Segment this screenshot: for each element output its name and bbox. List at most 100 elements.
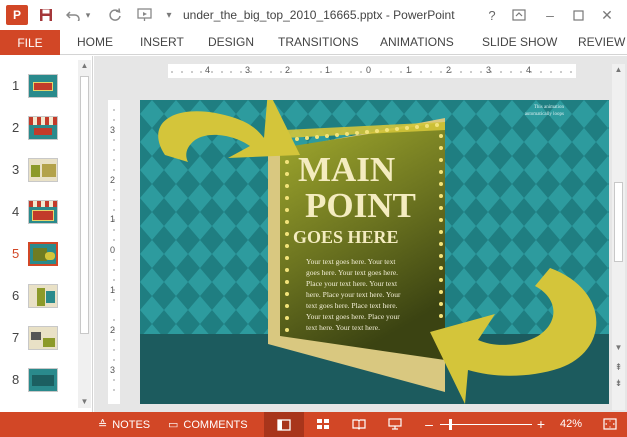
body-line: goes here. Your text goes here. (306, 268, 399, 277)
title-bar: P ▾ ▾ under_the_big_top_2010_16665.pptx … (0, 0, 627, 30)
start-slideshow-icon[interactable] (134, 5, 156, 25)
thumbnail-number: 1 (12, 78, 20, 93)
normal-view-icon (277, 418, 291, 431)
slide-title-line2[interactable]: POINT (305, 188, 416, 224)
tab-design[interactable]: DESIGN (208, 35, 254, 49)
body-line: Your text goes here. Your text (306, 257, 396, 266)
body-line: text here. Your text here. (306, 323, 380, 332)
powerpoint-logo-icon[interactable]: P (6, 5, 28, 25)
scroll-down-icon[interactable]: ▼ (612, 342, 625, 354)
ruler-label: 1 (110, 285, 116, 295)
zoom-out-icon[interactable]: – (420, 416, 438, 432)
close-icon[interactable]: ✕ (598, 5, 616, 25)
save-icon[interactable] (36, 5, 56, 25)
previous-slide-icon[interactable]: ⇞ (612, 360, 625, 374)
thumbnail-slide-7[interactable]: 7 (0, 322, 78, 354)
thumbnail-number: 7 (12, 330, 20, 345)
body-line: Your text goes here. Place your (306, 312, 400, 321)
slide-thumbnail-pane: 1 2 3 4 5 6 7 8 ▲ ▼ (0, 56, 93, 412)
zoom-slider-thumb[interactable] (449, 419, 452, 430)
thumbnail-slide-5[interactable]: 5 (0, 238, 78, 270)
animation-note-line: automatically loops (524, 112, 564, 117)
tab-slide-show[interactable]: SLIDE SHOW (482, 35, 557, 49)
thumbnail-slide-6[interactable]: 6 (0, 280, 78, 312)
slide-subtitle[interactable]: GOES HERE (293, 227, 399, 247)
thumbnail-number: 2 (12, 120, 20, 135)
ruler-label: 3 (486, 65, 492, 75)
body-line: Place your text here. Your text (306, 279, 398, 288)
zoom-in-icon[interactable]: + (532, 416, 550, 432)
slideshow-view-button[interactable] (386, 416, 404, 432)
horizontal-ruler[interactable]: 4 3 2 1 0 1 2 3 4 (168, 64, 576, 78)
body-line: here. Place your text here. Your (306, 290, 401, 299)
scroll-up-icon[interactable]: ▲ (612, 64, 625, 76)
tab-file[interactable]: FILE (0, 30, 60, 55)
help-icon[interactable]: ? (483, 5, 501, 25)
thumbnail-number: 5 (12, 246, 20, 261)
status-bar: ≙ NOTES ▭ COMMENTS – + 42% (0, 412, 627, 437)
thumbnail-scrollbar[interactable]: ▲ ▼ (78, 60, 91, 408)
comments-button[interactable]: ▭ COMMENTS (168, 418, 248, 432)
ruler-label: 1 (406, 65, 412, 75)
notes-button[interactable]: ≙ NOTES (98, 418, 151, 432)
tab-review[interactable]: REVIEW (578, 35, 625, 49)
thumbnail-image (28, 326, 58, 350)
reading-view-button[interactable] (350, 416, 368, 432)
redo-icon[interactable] (106, 5, 124, 25)
slide-sorter-icon (317, 419, 329, 429)
thumbnail-slide-3[interactable]: 3 (0, 154, 78, 186)
editor-scrollbar[interactable]: ▲ ▼ ⇞ ⇟ (612, 64, 625, 410)
thumbnail-number: 4 (12, 204, 20, 219)
next-slide-icon[interactable]: ⇟ (612, 376, 625, 390)
powerpoint-window: P ▾ ▾ under_the_big_top_2010_16665.pptx … (0, 0, 627, 437)
thumbnail-slide-2[interactable]: 2 (0, 112, 78, 144)
ruler-label: 0 (110, 245, 116, 255)
zoom-slider[interactable] (440, 419, 532, 430)
ruler-label: 3 (110, 365, 116, 375)
ruler-label: 4 (205, 65, 211, 75)
thumbnail-number: 6 (12, 288, 20, 303)
scroll-down-icon[interactable]: ▼ (78, 396, 91, 408)
ribbon-display-options-icon[interactable] (510, 5, 528, 25)
thumbnail-slide-8[interactable]: 8 (0, 364, 78, 396)
window-title: under_the_big_top_2010_16665.pptx - Powe… (183, 8, 455, 22)
thumbnail-image (28, 284, 58, 308)
ruler-label: 1 (325, 65, 331, 75)
customize-toolbar-icon[interactable]: ▾ (162, 5, 176, 25)
zoom-level[interactable]: 42% (560, 418, 582, 430)
ruler-label: 4 (526, 65, 532, 75)
ruler-label: 2 (110, 325, 116, 335)
tab-home[interactable]: HOME (77, 35, 113, 49)
slide-body-text[interactable]: Your text goes here. Your text goes here… (306, 256, 444, 333)
notes-icon: ≙ (98, 419, 108, 431)
tab-transitions[interactable]: TRANSITIONS (278, 35, 359, 49)
slide-sorter-button[interactable] (314, 416, 332, 432)
thumbnail-image (28, 200, 58, 224)
slide-title-line1[interactable]: MAIN (298, 152, 395, 188)
ruler-label: 2 (446, 65, 452, 75)
scrollbar-thumb[interactable] (614, 182, 623, 262)
ruler-label: 2 (285, 65, 291, 75)
thumbnail-slide-1[interactable]: 1 (0, 70, 78, 102)
tab-insert[interactable]: INSERT (140, 35, 184, 49)
thumbnail-image (28, 368, 58, 392)
undo-icon[interactable] (64, 5, 82, 25)
tab-animations[interactable]: ANIMATIONS (380, 35, 454, 49)
fit-slide-button[interactable] (601, 416, 619, 432)
thumbnail-slide-4[interactable]: 4 (0, 196, 78, 228)
maximize-icon[interactable] (569, 5, 587, 25)
scrollbar-thumb[interactable] (80, 76, 89, 334)
ribbon-tabs: FILE HOME INSERT DESIGN TRANSITIONS ANIM… (0, 30, 627, 55)
minimize-icon[interactable]: – (541, 5, 559, 25)
body-line: text goes here. Place text here. (306, 301, 398, 310)
vertical-ruler[interactable]: 3 2 1 0 1 2 3 (108, 100, 120, 404)
thumbnail-image (28, 158, 58, 182)
undo-dropdown-icon[interactable]: ▾ (82, 5, 94, 25)
normal-view-button[interactable] (264, 412, 304, 437)
thumbnail-image (28, 242, 58, 266)
slide-canvas[interactable]: This animation automatically loops MAIN … (140, 100, 609, 404)
ruler-label: 3 (110, 125, 116, 135)
ruler-label: 3 (245, 65, 251, 75)
scroll-up-icon[interactable]: ▲ (78, 60, 91, 72)
notes-label: NOTES (112, 418, 151, 431)
